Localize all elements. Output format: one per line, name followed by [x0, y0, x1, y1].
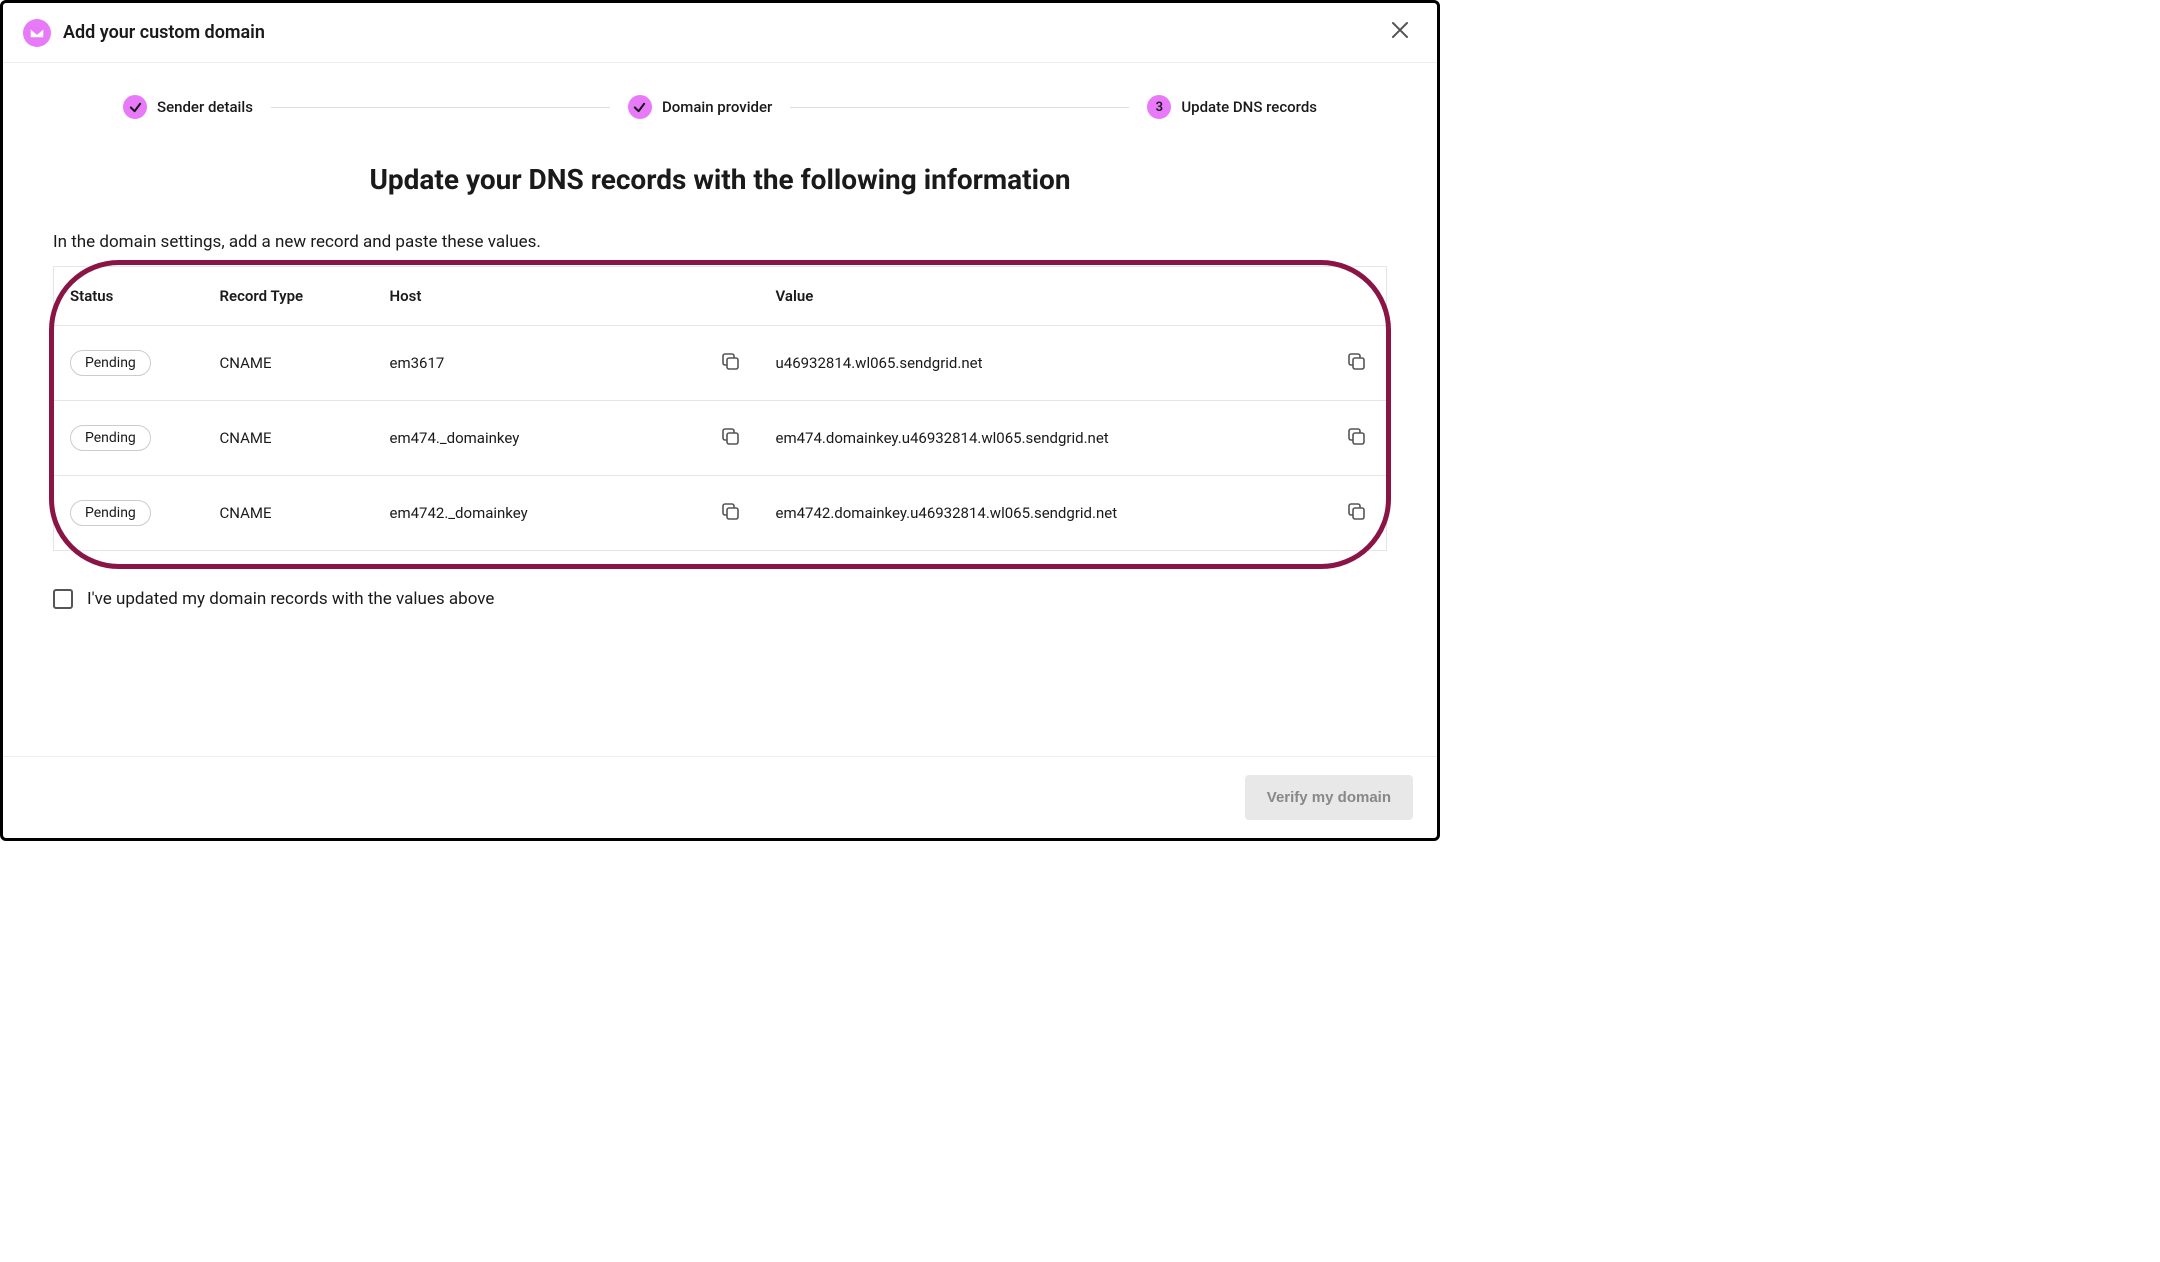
- verify-domain-button[interactable]: Verify my domain: [1245, 775, 1413, 820]
- record-type: CNAME: [204, 401, 374, 476]
- app-logo-icon: [23, 19, 51, 47]
- copy-value-icon[interactable]: [1346, 501, 1366, 521]
- dialog-title: Add your custom domain: [63, 22, 265, 43]
- header-left: Add your custom domain: [23, 19, 265, 47]
- step-check-icon: [628, 95, 652, 119]
- copy-host-icon[interactable]: [720, 501, 740, 521]
- step-label: Update DNS records: [1181, 98, 1317, 116]
- status-badge: Pending: [70, 425, 151, 451]
- col-header-host: Host: [374, 267, 704, 326]
- step-check-icon: [123, 95, 147, 119]
- record-value: u46932814.wl065.sendgrid.net: [760, 326, 1331, 401]
- step-update-dns: 3 Update DNS records: [1147, 95, 1317, 119]
- copy-value-icon[interactable]: [1346, 426, 1366, 446]
- dns-records-table: Status Record Type Host Value Pending CN…: [53, 266, 1387, 551]
- step-sender-details: Sender details: [123, 95, 253, 119]
- confirm-checkbox[interactable]: [53, 589, 73, 609]
- dns-table-container: Status Record Type Host Value Pending CN…: [53, 266, 1387, 551]
- step-label: Sender details: [157, 98, 253, 116]
- record-host: em474._domainkey: [374, 401, 704, 476]
- col-header-copy-host: [704, 267, 760, 326]
- table-row: Pending CNAME em474._domainkey em474.dom…: [54, 401, 1387, 476]
- step-label: Domain provider: [662, 98, 772, 116]
- instruction-text: In the domain settings, add a new record…: [53, 232, 1387, 252]
- close-icon[interactable]: [1387, 17, 1413, 48]
- step-number-badge: 3: [1147, 95, 1171, 119]
- record-host: em4742._domainkey: [374, 476, 704, 551]
- step-connector: [271, 107, 610, 108]
- record-type: CNAME: [204, 476, 374, 551]
- step-connector: [790, 107, 1129, 108]
- dialog-footer: Verify my domain: [3, 756, 1437, 838]
- record-value: em474.domainkey.u46932814.wl065.sendgrid…: [760, 401, 1331, 476]
- table-header-row: Status Record Type Host Value: [54, 267, 1387, 326]
- col-header-copy-value: [1330, 267, 1387, 326]
- dialog-header: Add your custom domain: [3, 3, 1437, 63]
- col-header-status: Status: [54, 267, 204, 326]
- copy-host-icon[interactable]: [720, 426, 740, 446]
- status-badge: Pending: [70, 500, 151, 526]
- record-value: em4742.domainkey.u46932814.wl065.sendgri…: [760, 476, 1331, 551]
- main-content: Update your DNS records with the followi…: [3, 127, 1437, 609]
- copy-host-icon[interactable]: [720, 351, 740, 371]
- table-row: Pending CNAME em3617 u46932814.wl065.sen…: [54, 326, 1387, 401]
- step-domain-provider: Domain provider: [628, 95, 772, 119]
- record-type: CNAME: [204, 326, 374, 401]
- confirm-label: I've updated my domain records with the …: [87, 589, 494, 609]
- col-header-value: Value: [760, 267, 1331, 326]
- table-row: Pending CNAME em4742._domainkey em4742.d…: [54, 476, 1387, 551]
- progress-stepper: Sender details Domain provider 3 Update …: [3, 63, 1437, 127]
- status-badge: Pending: [70, 350, 151, 376]
- copy-value-icon[interactable]: [1346, 351, 1366, 371]
- col-header-type: Record Type: [204, 267, 374, 326]
- record-host: em3617: [374, 326, 704, 401]
- page-title: Update your DNS records with the followi…: [53, 163, 1387, 196]
- confirm-row: I've updated my domain records with the …: [53, 589, 1387, 609]
